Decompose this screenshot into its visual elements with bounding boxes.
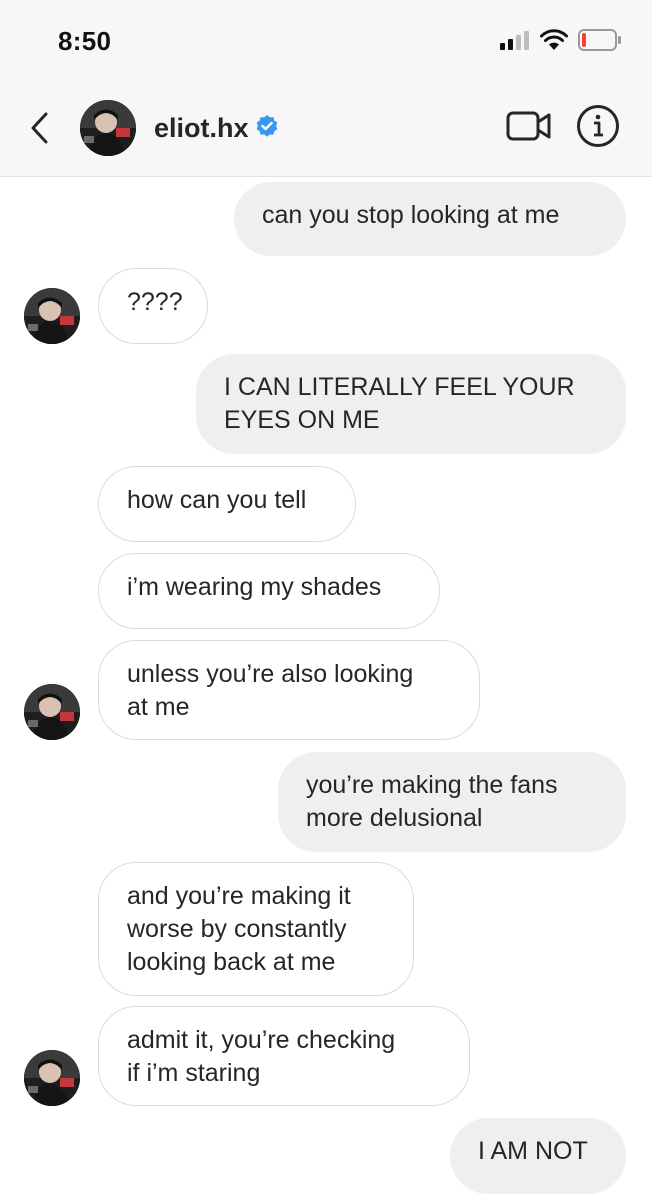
contact-avatar[interactable] (24, 288, 80, 344)
chat-header: eliot.hx (0, 86, 652, 177)
message-received[interactable]: ???? (98, 268, 208, 344)
back-button[interactable] (22, 108, 58, 152)
status-time: 8:50 (58, 26, 112, 56)
verified-badge-icon (255, 114, 279, 143)
message-received[interactable]: and you’re making it worse by constantly… (98, 862, 414, 996)
video-call-button[interactable] (506, 108, 552, 148)
status-bar: 8:50 (0, 0, 652, 86)
header-avatar[interactable] (80, 100, 136, 156)
chevron-left-icon (29, 111, 51, 150)
message-received[interactable]: how can you tell (98, 466, 356, 542)
message-received[interactable]: i’m wearing my shades (98, 553, 440, 629)
header-title[interactable]: eliot.hx (154, 112, 279, 144)
message-received[interactable]: unless you’re also looking at me (98, 640, 480, 740)
battery-icon (578, 28, 622, 56)
dm-screen: 8:50 eliot.hx can you stop looking at me… (0, 0, 652, 1200)
message-sent[interactable]: can you stop looking at me (234, 182, 626, 256)
contact-avatar[interactable] (24, 1050, 80, 1106)
message-received[interactable]: admit it, you’re checking if i’m staring (98, 1006, 470, 1106)
signal-icon (500, 30, 530, 55)
contact-avatar[interactable] (24, 684, 80, 740)
status-icons (500, 28, 622, 56)
message-sent[interactable]: I AM NOT (450, 1118, 626, 1194)
message-sent[interactable]: you’re making the fans more delusional (278, 752, 626, 852)
wifi-icon (540, 28, 568, 56)
message-sent[interactable]: I CAN LITERALLY FEEL YOUR EYES ON ME (196, 354, 626, 454)
info-icon (576, 104, 620, 153)
username: eliot.hx (154, 112, 249, 143)
video-camera-icon (506, 110, 552, 147)
info-button[interactable] (576, 104, 620, 153)
